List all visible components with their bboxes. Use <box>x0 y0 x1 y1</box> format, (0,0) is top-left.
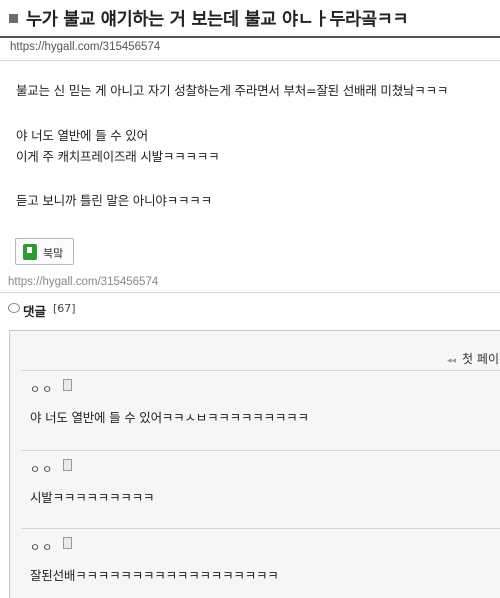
comment-text: 시발ㅋㅋㅋㅋㅋㅋㅋㅋㅋ <box>30 490 155 505</box>
comment-count: [67] <box>53 302 76 315</box>
comment-text: 잘된선배ㅋㅋㅋㅋㅋㅋㅋㅋㅋㅋㅋㅋㅋㅋㅋㅋㅋㅋ <box>30 568 279 583</box>
first-page-label: 첫 페이 <box>462 352 499 366</box>
comment-author[interactable]: ㅇㅇ <box>30 539 54 555</box>
comment-author[interactable]: ㅇㅇ <box>30 461 54 477</box>
post-url-link[interactable]: https://hygall.com/315456574 <box>10 41 160 53</box>
divider <box>0 60 500 61</box>
document-icon <box>63 379 72 391</box>
comment-item: ㅇㅇ 시발ㅋㅋㅋㅋㅋㅋㅋㅋㅋ <box>21 450 500 516</box>
bookmark-button[interactable]: 북맠 <box>15 238 74 265</box>
comment-text: 야 너도 열반에 들 수 있어ㅋㅋㅅㅂㅋㅋㅋㅋㅋㅋㅋㅋㅋ <box>30 410 309 425</box>
first-page-link[interactable]: ◂◂ 첫 페이 <box>447 350 499 367</box>
comment-item: ㅇㅇ 잘된선배ㅋㅋㅋㅋㅋㅋㅋㅋㅋㅋㅋㅋㅋㅋㅋㅋㅋㅋ <box>21 528 500 594</box>
post-body-line-2: 야 너도 열반에 들 수 있어 <box>16 128 148 143</box>
post-body-line-4: 듣고 보니까 틀린 말은 아니야ㅋㅋㅋㅋ <box>16 193 212 208</box>
title-bullet-icon <box>9 14 18 23</box>
divider <box>0 292 500 293</box>
comment-item: ㅇㅇ 야 너도 열반에 들 수 있어ㅋㅋㅅㅂㅋㅋㅋㅋㅋㅋㅋㅋㅋ <box>21 370 500 436</box>
bookmark-icon <box>23 244 37 260</box>
comment-author[interactable]: ㅇㅇ <box>30 381 54 397</box>
speech-bubble-icon <box>8 303 20 313</box>
bookmark-button-label: 북맠 <box>43 247 64 260</box>
post-body-line-1: 불교는 신 믿는 게 아니고 자기 성찰하는게 주라면서 부처=잘된 선배래 미… <box>16 83 449 98</box>
double-left-arrow-icon: ◂◂ <box>447 356 457 366</box>
comment-section-title: 댓글 <box>23 304 47 319</box>
document-icon <box>63 459 72 471</box>
post-body-line-3: 이게 주 캐치프레이즈래 시발ㅋㅋㅋㅋㅋ <box>16 149 220 164</box>
post-title-bar: 누가 불교 얘기하는 거 보는데 불교 야ㄴㅏ두라곸ㅋㅋ <box>0 0 500 38</box>
post-title: 누가 불교 얘기하는 거 보는데 불교 야ㄴㅏ두라곸ㅋㅋ <box>26 10 409 30</box>
document-icon <box>63 537 72 549</box>
post-url-bottom-link[interactable]: https://hygall.com/315456574 <box>8 276 158 288</box>
